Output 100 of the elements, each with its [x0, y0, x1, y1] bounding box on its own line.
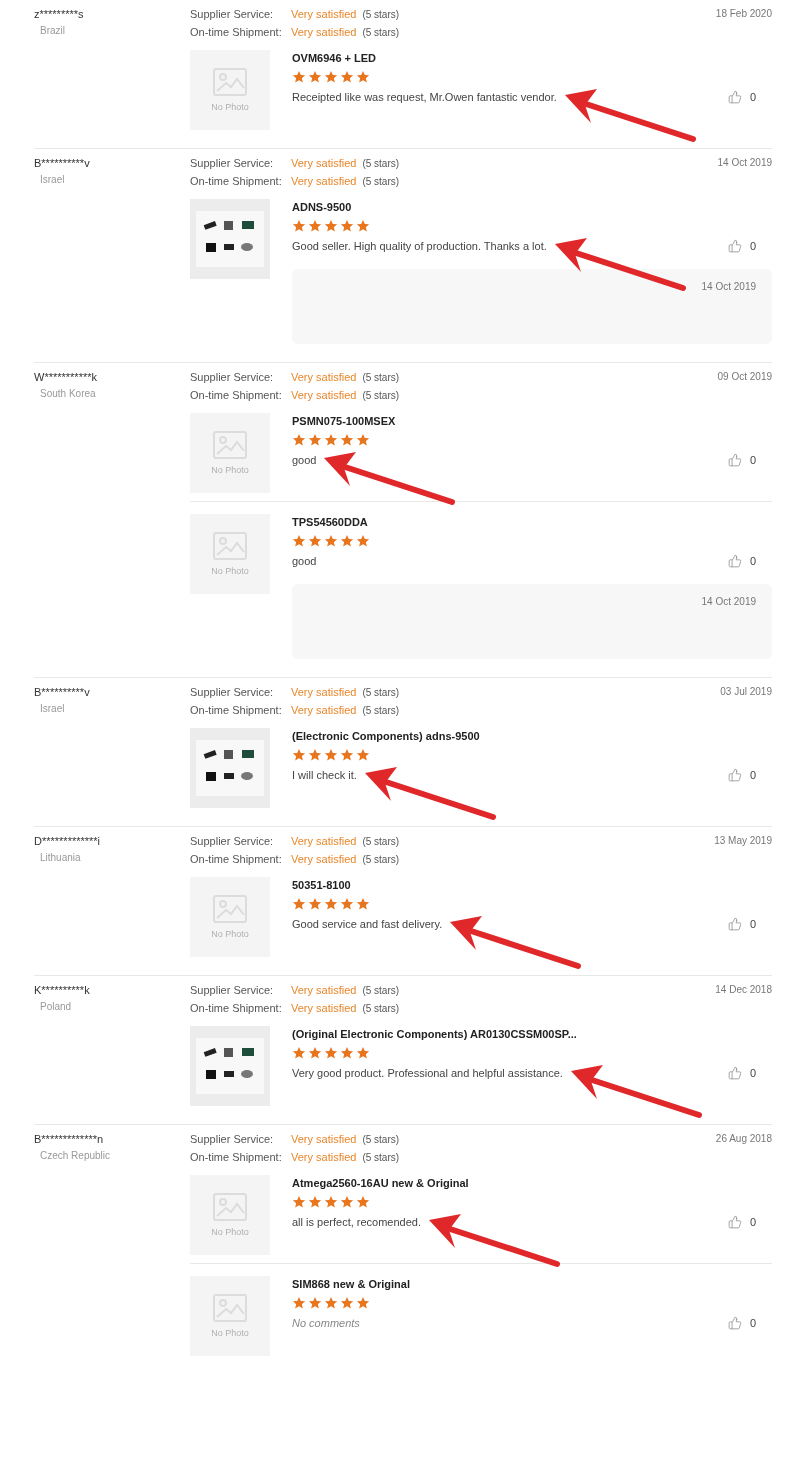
rating-value: Very satisfied [291, 1151, 357, 1163]
rating-label: Supplier Service: [190, 984, 275, 996]
star-icon [308, 534, 322, 548]
no-photo-label: No Photo [211, 929, 249, 939]
star-icon [324, 1296, 338, 1310]
rating-value: Very satisfied [291, 853, 357, 865]
rating-value: Very satisfied [291, 835, 357, 847]
star-icon [308, 1195, 322, 1209]
thumbs-up-icon[interactable] [727, 1316, 742, 1330]
rating-label: On-time Shipment: [190, 1151, 283, 1163]
rating-value: Very satisfied [291, 984, 357, 996]
review-comment: Very good product. Professional and helpful assistance. [292, 1067, 563, 1079]
like-count: 0 [749, 1067, 756, 1079]
like-count: 0 [749, 1317, 756, 1329]
star-icon [356, 1195, 370, 1209]
star-icon [308, 1296, 322, 1310]
rating-stars-note: (5 stars) [362, 854, 400, 865]
star-icon [340, 1195, 354, 1209]
rating-stars-note: (5 stars) [362, 1003, 400, 1014]
star-icon [324, 748, 338, 762]
no-photo-label: No Photo [211, 102, 249, 112]
product-title[interactable]: PSMN075-100MSEX [292, 415, 772, 427]
star-icon [292, 1195, 306, 1209]
rating-value: Very satisfied [291, 1002, 357, 1014]
rating-value: Very satisfied [291, 26, 357, 38]
thumbs-up-icon[interactable] [727, 768, 742, 782]
star-icon [324, 433, 338, 447]
rating-stars-note: (5 stars) [362, 1134, 400, 1145]
star-icon [292, 433, 306, 447]
star-icon [356, 897, 370, 911]
review-comment: good [292, 555, 317, 567]
star-icon [356, 219, 370, 233]
product-title[interactable]: SIM868 new & Original [292, 1278, 772, 1290]
thumbs-up-icon[interactable] [727, 239, 742, 253]
review-date: 03 Jul 2019 [720, 686, 772, 699]
rating-label: Supplier Service: [190, 157, 275, 169]
star-icon [308, 897, 322, 911]
buyer-name: B*************n [34, 1133, 105, 1145]
like-count: 0 [749, 240, 756, 252]
star-icon [356, 1046, 370, 1060]
product-title[interactable]: Atmega2560-16AU new & Original [292, 1177, 772, 1189]
rating-value: Very satisfied [291, 8, 357, 20]
rating-stars-note: (5 stars) [362, 1152, 400, 1163]
rating-label: Supplier Service: [190, 686, 275, 698]
rating-value: Very satisfied [291, 175, 357, 187]
like-count: 0 [749, 918, 756, 930]
star-icon [292, 219, 306, 233]
star-icon [356, 534, 370, 548]
review-comment: all is perfect, recomended. [292, 1216, 421, 1228]
thumbs-up-icon[interactable] [727, 917, 742, 931]
buyer-country: Israel [39, 174, 66, 185]
buyer-country: Poland [39, 1001, 73, 1012]
star-icon [324, 534, 338, 548]
rating-stars-note: (5 stars) [362, 27, 400, 38]
product-title[interactable]: ADNS-9500 [292, 201, 772, 213]
thumbs-up-icon[interactable] [727, 1066, 742, 1080]
review-comment: Good seller. High quality of production. Thanks a lot. [292, 240, 547, 252]
image-icon [213, 68, 247, 96]
review-date: 26 Aug 2018 [715, 1133, 772, 1146]
rating-value: Very satisfied [291, 1133, 357, 1145]
buyer-name: B**********v [34, 686, 91, 698]
buyer-name: W***********k [34, 371, 98, 383]
rating-stars-note: (5 stars) [362, 687, 400, 698]
star-icon [308, 219, 322, 233]
thumbs-up-icon[interactable] [727, 554, 742, 568]
review-date: 14 Dec 2018 [715, 984, 772, 997]
review-date: 18 Feb 2020 [715, 8, 772, 21]
rating-label: Supplier Service: [190, 1133, 275, 1145]
star-icon [292, 1296, 306, 1310]
review-date: 13 May 2019 [714, 835, 772, 848]
star-icon [340, 219, 354, 233]
product-title[interactable]: 50351-8100 [292, 879, 772, 891]
image-icon [213, 431, 247, 459]
star-icon [292, 897, 306, 911]
star-icon [324, 1046, 338, 1060]
product-title[interactable]: TPS54560DDA [292, 516, 772, 528]
image-icon [213, 1193, 247, 1221]
star-icon [308, 70, 322, 84]
rating-label: On-time Shipment: [190, 1002, 283, 1014]
star-icon [356, 70, 370, 84]
star-icon [340, 1296, 354, 1310]
thumbs-up-icon[interactable] [727, 453, 742, 467]
product-title[interactable]: (Original Electronic Components) AR0130CSSM00SP... [292, 1028, 772, 1040]
star-icon [340, 1046, 354, 1060]
rating-stars-note: (5 stars) [362, 176, 400, 187]
reply-date: 14 Oct 2019 [701, 596, 756, 609]
rating-stars-note: (5 stars) [362, 158, 400, 169]
no-photo-label: No Photo [211, 1227, 249, 1237]
rating-value: Very satisfied [291, 371, 357, 383]
no-photo-label: No Photo [211, 465, 249, 475]
product-title[interactable]: (Electronic Components) adns-9500 [292, 730, 772, 742]
product-title[interactable]: OVM6946 + LED [292, 52, 772, 64]
rating-label: On-time Shipment: [190, 704, 283, 716]
image-icon [213, 895, 247, 923]
star-icon [292, 1046, 306, 1060]
thumbs-up-icon[interactable] [727, 1215, 742, 1229]
rating-label: Supplier Service: [190, 8, 275, 20]
reply-date: 14 Oct 2019 [701, 281, 756, 294]
thumbs-up-icon[interactable] [727, 90, 742, 104]
rating-value: Very satisfied [291, 686, 357, 698]
